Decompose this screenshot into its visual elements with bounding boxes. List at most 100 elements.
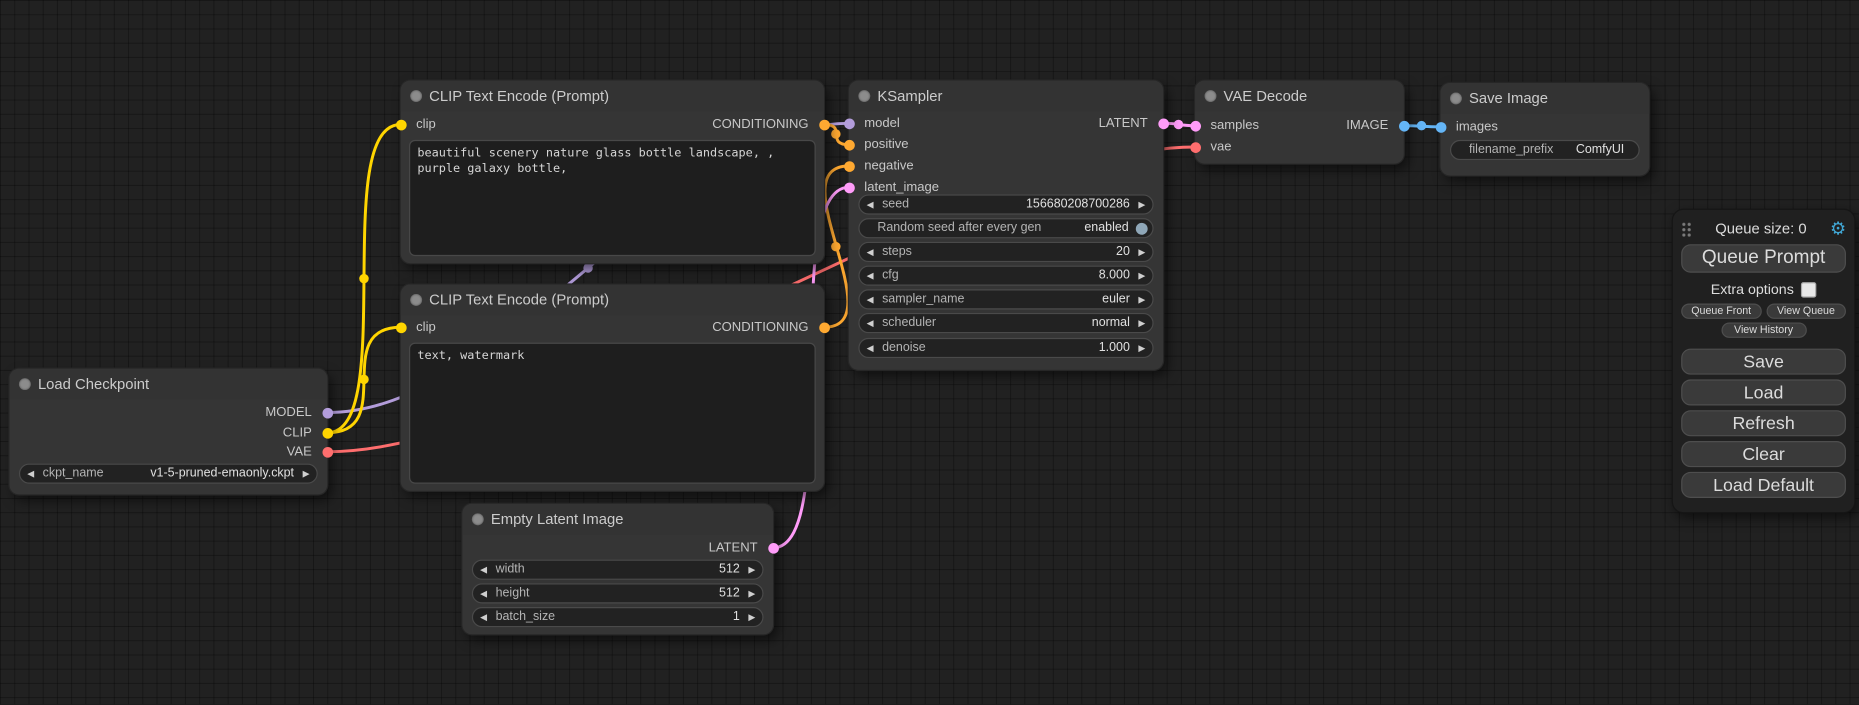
load-default-button[interactable]: Load Default [1681,472,1846,498]
input-dot-negative[interactable] [844,161,855,172]
positive-prompt-textarea[interactable]: beautiful scenery nature glass bottle la… [409,140,816,256]
load-button[interactable]: Load [1681,379,1846,405]
node-empty-latent-image[interactable]: Empty Latent Image LATENT ◀ width 512 ▶ … [462,504,773,634]
link-midpoint-dot[interactable] [359,274,368,283]
input-dot-positive[interactable] [844,139,855,150]
output-port-image[interactable]: IMAGE [1195,116,1404,135]
node-load-checkpoint[interactable]: Load Checkpoint MODEL CLIP VAE ◀ ckpt_na… [9,369,327,495]
width-widget[interactable]: ◀ width 512 ▶ [472,560,764,580]
queue-size-label: Queue size: 0 [1692,221,1830,238]
decrement-arrow-icon[interactable]: ◀ [27,465,34,483]
output-dot-model[interactable] [322,407,333,418]
cfg-widget[interactable]: ◀ cfg 8.000 ▶ [858,266,1153,286]
node-title: CLIP Text Encode (Prompt) [429,292,609,309]
input-port-images[interactable]: images [1441,117,1650,136]
decrement-arrow-icon[interactable]: ◀ [480,608,487,626]
output-dot-clip[interactable] [322,427,333,438]
decrement-arrow-icon[interactable]: ◀ [867,314,874,332]
increment-arrow-icon[interactable]: ▶ [748,561,755,579]
collapse-dot-icon[interactable] [410,90,422,102]
settings-gear-icon[interactable]: ⚙ [1830,220,1846,238]
output-port-latent[interactable]: LATENT [462,538,773,557]
ckpt-name-widget[interactable]: ◀ ckpt_name v1-5-pruned-emaonly.ckpt ▶ [19,464,318,484]
queue-menu-panel: Queue size: 0 ⚙ Queue Prompt Extra optio… [1672,209,1856,514]
decrement-arrow-icon[interactable]: ◀ [480,585,487,603]
link-midpoint-dot[interactable] [359,375,368,384]
output-port-vae[interactable]: VAE [9,442,327,461]
view-history-button[interactable]: View History [1721,322,1806,337]
output-port-model[interactable]: MODEL [9,403,327,422]
batch-size-widget[interactable]: ◀ batch_size 1 ▶ [472,607,764,627]
increment-arrow-icon[interactable]: ▶ [748,608,755,626]
decrement-arrow-icon[interactable]: ◀ [867,290,874,308]
increment-arrow-icon[interactable]: ▶ [303,465,310,483]
input-dot-latent-image[interactable] [844,182,855,193]
node-save-image[interactable]: Save Image images filename_prefix ComfyU… [1441,83,1650,175]
link-midpoint-dot[interactable] [1417,121,1426,130]
output-dot-conditioning[interactable] [819,119,830,130]
increment-arrow-icon[interactable]: ▶ [1138,243,1145,261]
output-dot-latent[interactable] [1158,118,1169,129]
menu-drag-handle-icon[interactable] [1681,221,1692,236]
output-dot-latent[interactable] [768,542,779,553]
node-clip-text-encode-negative[interactable]: CLIP Text Encode (Prompt) clip CONDITION… [401,285,824,491]
decrement-arrow-icon[interactable]: ◀ [867,267,874,285]
increment-arrow-icon[interactable]: ▶ [1138,196,1145,214]
height-widget[interactable]: ◀ height 512 ▶ [472,583,764,603]
collapse-dot-icon[interactable] [410,294,422,306]
sampler-name-widget[interactable]: ◀ sampler_name euler ▶ [858,289,1153,309]
extra-options-checkbox[interactable] [1801,282,1816,297]
input-dot-images[interactable] [1435,122,1446,133]
clear-button[interactable]: Clear [1681,441,1846,467]
save-button[interactable]: Save [1681,349,1846,375]
node-title: Save Image [1469,90,1548,107]
output-port-clip[interactable]: CLIP [9,423,327,442]
node-title: CLIP Text Encode (Prompt) [429,88,609,105]
seed-widget[interactable]: ◀ seed 156680208700286 ▶ [858,194,1153,214]
output-dot-conditioning[interactable] [819,322,830,333]
decrement-arrow-icon[interactable]: ◀ [867,243,874,261]
node-ksampler[interactable]: KSampler model positive negative latent_… [849,81,1163,370]
scheduler-widget[interactable]: ◀ scheduler normal ▶ [858,313,1153,333]
queue-front-button[interactable]: Queue Front [1681,304,1761,319]
link-clip-to-negative-prompt-wire [327,327,401,433]
decrement-arrow-icon[interactable]: ◀ [867,196,874,214]
random-seed-toggle-widget[interactable]: Random seed after every gen enabled [858,218,1153,238]
negative-prompt-textarea[interactable]: text, watermark [409,343,816,484]
collapse-dot-icon[interactable] [19,378,31,390]
link-midpoint-dot[interactable] [1174,120,1183,129]
refresh-button[interactable]: Refresh [1681,410,1846,436]
collapse-dot-icon[interactable] [472,513,484,525]
filename-prefix-widget[interactable]: filename_prefix ComfyUI [1450,140,1640,160]
output-dot-image[interactable] [1398,120,1409,131]
increment-arrow-icon[interactable]: ▶ [748,585,755,603]
input-port-positive[interactable]: positive [849,135,1163,154]
increment-arrow-icon[interactable]: ▶ [1138,267,1145,285]
input-port-vae[interactable]: vae [1195,138,1404,157]
collapse-dot-icon[interactable] [1450,92,1462,104]
increment-arrow-icon[interactable]: ▶ [1138,339,1145,357]
output-dot-vae[interactable] [322,446,333,457]
node-graph-canvas[interactable]: Load Checkpoint MODEL CLIP VAE ◀ ckpt_na… [0,0,1859,704]
input-dot-vae[interactable] [1190,142,1201,153]
node-vae-decode[interactable]: VAE Decode samples vae IMAGE [1195,81,1404,164]
decrement-arrow-icon[interactable]: ◀ [480,561,487,579]
output-port-latent[interactable]: LATENT [849,114,1163,133]
increment-arrow-icon[interactable]: ▶ [1138,314,1145,332]
increment-arrow-icon[interactable]: ▶ [1138,290,1145,308]
toggle-knob-icon[interactable] [1136,222,1148,234]
steps-widget[interactable]: ◀ steps 20 ▶ [858,242,1153,262]
link-midpoint-dot[interactable] [831,129,840,138]
node-clip-text-encode-positive[interactable]: CLIP Text Encode (Prompt) clip CONDITION… [401,81,824,264]
denoise-widget[interactable]: ◀ denoise 1.000 ▶ [858,338,1153,358]
output-port-conditioning[interactable]: CONDITIONING [401,115,824,134]
decrement-arrow-icon[interactable]: ◀ [867,339,874,357]
output-port-conditioning[interactable]: CONDITIONING [401,318,824,337]
collapse-dot-icon[interactable] [858,90,870,102]
link-midpoint-dot[interactable] [583,263,592,272]
input-port-negative[interactable]: negative [849,156,1163,175]
view-queue-button[interactable]: View Queue [1766,304,1846,319]
collapse-dot-icon[interactable] [1205,90,1217,102]
queue-prompt-button[interactable]: Queue Prompt [1681,244,1846,272]
link-midpoint-dot[interactable] [831,242,840,251]
